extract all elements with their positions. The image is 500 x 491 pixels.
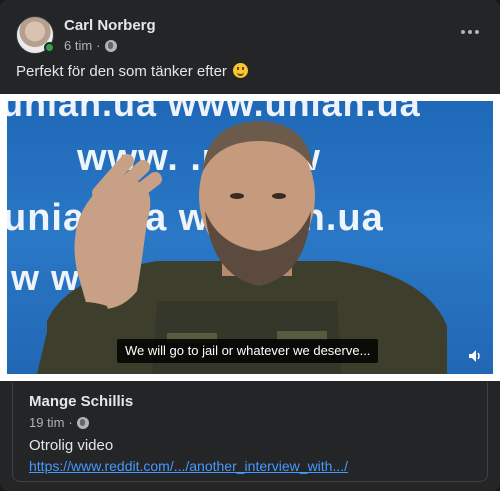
speaker-figure [37,121,447,374]
speaker-icon[interactable] [467,348,483,364]
shared-post-time[interactable]: 19 tim [29,415,64,430]
more-options-button[interactable] [456,20,484,44]
post-card: Carl Norberg 6 tim · Perfekt för den som… [0,0,500,491]
shared-post-card[interactable]: Mange Schillis 19 tim · Otrolig video ht… [12,382,488,482]
post-time[interactable]: 6 tim [64,38,92,54]
avatar[interactable] [16,16,55,54]
author-block: Carl Norberg 6 tim · [64,17,156,54]
shared-meta-separator: · [68,415,73,430]
media-frame: unian.ua www.unian.ua www. .ua ww unian.… [0,94,500,381]
video-player[interactable]: unian.ua www.unian.ua www. .ua ww unian.… [7,101,493,374]
shared-post-text: Otrolig video [29,437,114,454]
shared-post-meta: 19 tim · [29,415,89,430]
post-text: Perfekt för den som tänker efter [16,62,249,82]
globe-icon [76,416,89,429]
globe-icon [104,39,117,52]
video-subtitle: We will go to jail or whatever we deserv… [117,339,379,363]
post-meta: 6 tim · [64,38,156,54]
shared-post-link[interactable]: https://www.reddit.com/.../another_inter… [29,458,348,474]
post-header: Carl Norberg 6 tim · [16,14,156,56]
more-dot-icon [468,30,472,34]
shared-author-name[interactable]: Mange Schillis [29,393,133,410]
author-name[interactable]: Carl Norberg [64,17,156,35]
post-text-body: Perfekt för den som tänker efter [16,63,227,80]
more-dot-icon [461,30,465,34]
online-status-icon [44,42,55,53]
more-dot-icon [475,30,479,34]
meta-separator: · [96,37,101,53]
smiling-face-emoji-icon [233,63,249,78]
